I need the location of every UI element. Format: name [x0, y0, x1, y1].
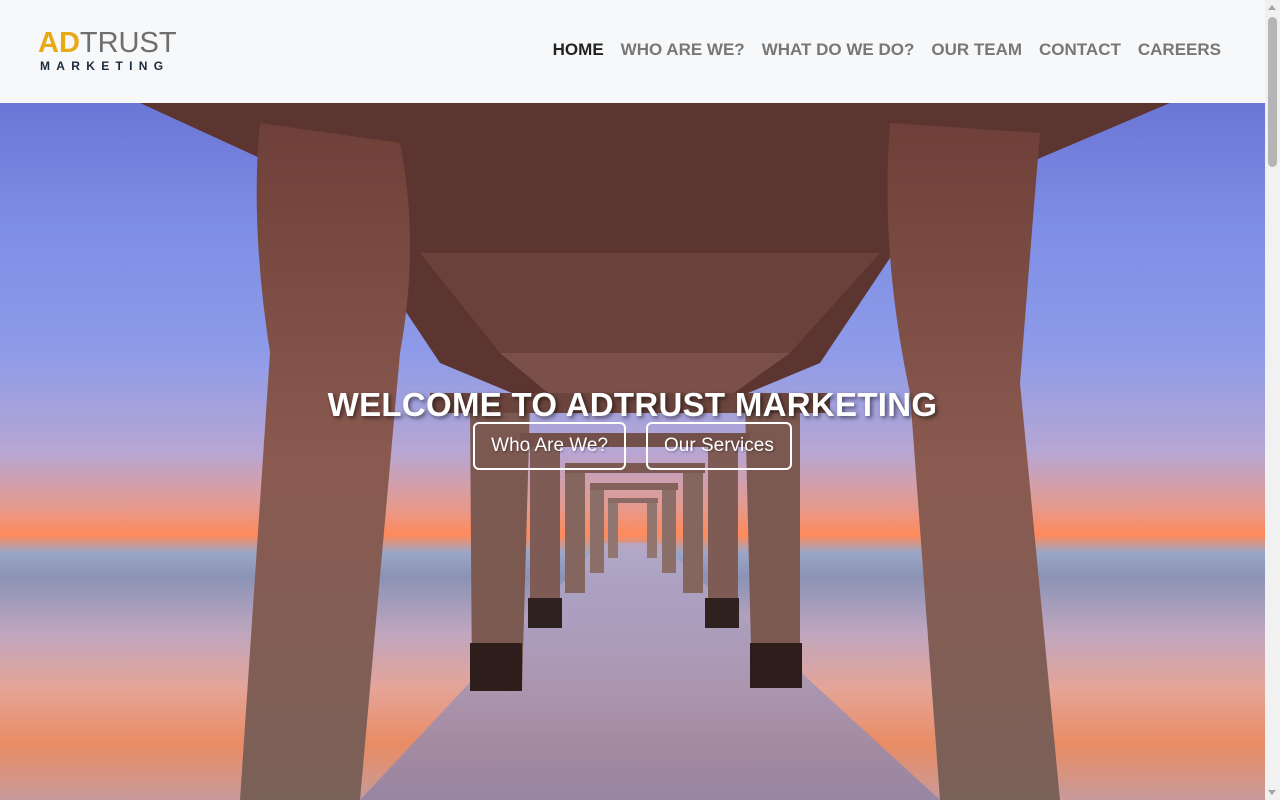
nav-careers[interactable]: CAREERS	[1138, 40, 1221, 60]
nav-home[interactable]: HOME	[553, 40, 604, 60]
logo-trust-text: TRUST	[79, 27, 177, 59]
page-scrollbar[interactable]	[1265, 0, 1280, 800]
logo-subtitle: MARKETING	[40, 59, 170, 73]
nav-our-team[interactable]: OUR TEAM	[931, 40, 1022, 60]
our-services-button[interactable]: Our Services	[646, 422, 792, 470]
logo-wordmark: ADTRUST	[38, 28, 177, 58]
scroll-thumb[interactable]	[1268, 17, 1277, 167]
nav-what-do-we-do[interactable]: WHAT DO WE DO?	[762, 40, 915, 60]
scroll-up-arrow-icon[interactable]	[1268, 5, 1276, 10]
brand-logo[interactable]: ADTRUST MARKETING	[38, 28, 177, 73]
hero-section: WELCOME TO ADTRUST MARKETING Who Are We?…	[0, 103, 1265, 800]
main-nav: HOME WHO ARE WE? WHAT DO WE DO? OUR TEAM…	[553, 40, 1221, 60]
navbar: ADTRUST MARKETING HOME WHO ARE WE? WHAT …	[0, 0, 1265, 103]
hero-button-group: Who Are We? Our Services	[0, 422, 1265, 470]
hero-title: WELCOME TO ADTRUST MARKETING	[327, 386, 938, 424]
hero-content: WELCOME TO ADTRUST MARKETING Who Are We?…	[0, 103, 1265, 800]
logo-ad-text: AD	[38, 27, 80, 59]
nav-who-are-we[interactable]: WHO ARE WE?	[621, 40, 745, 60]
scroll-down-arrow-icon[interactable]	[1268, 790, 1276, 795]
who-are-we-button[interactable]: Who Are We?	[473, 422, 627, 470]
nav-contact[interactable]: CONTACT	[1039, 40, 1121, 60]
